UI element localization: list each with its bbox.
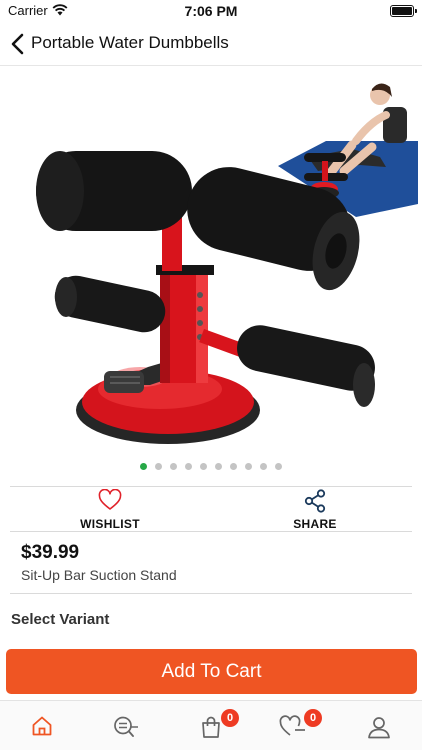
carousel-dot[interactable]: [230, 463, 237, 470]
share-icon: [304, 489, 326, 513]
product-image[interactable]: [0, 67, 422, 455]
status-bar: Carrier 7:06 PM: [0, 0, 422, 22]
carousel-dot[interactable]: [155, 463, 162, 470]
wishlist-button[interactable]: WISHLIST: [10, 487, 210, 531]
page-title: Portable Water Dumbbells: [31, 33, 229, 52]
carousel-dot[interactable]: [170, 463, 177, 470]
navigation-bar: Portable Water Dumbbells: [0, 22, 422, 66]
carousel-dot[interactable]: [200, 463, 207, 470]
tab-profile[interactable]: [349, 707, 409, 747]
product-name: Sit-Up Bar Suction Stand: [21, 567, 177, 583]
tab-home[interactable]: [12, 707, 72, 747]
bag-icon: [202, 716, 220, 738]
share-label: SHARE: [293, 517, 337, 531]
battery-icon: [390, 5, 417, 17]
carousel-dot[interactable]: [275, 463, 282, 470]
carousel-dot[interactable]: [260, 463, 267, 470]
profile-icon: [368, 717, 390, 739]
bottom-tab-bar: 0 0: [0, 700, 422, 750]
cart-badge: 0: [221, 709, 239, 727]
wishlist-label: WISHLIST: [80, 517, 140, 531]
chevron-left-icon[interactable]: [8, 32, 28, 56]
tab-cart[interactable]: 0: [181, 707, 241, 747]
search-list-icon: [114, 716, 138, 737]
share-button[interactable]: SHARE: [215, 487, 415, 531]
product-price: $39.99: [21, 542, 80, 563]
home-icon: [32, 716, 52, 736]
carousel-dot[interactable]: [185, 463, 192, 470]
heart-icon: [98, 489, 122, 510]
carousel-dot[interactable]: [245, 463, 252, 470]
sit-up-bar-illustration: [36, 151, 375, 444]
carousel-dot[interactable]: [215, 463, 222, 470]
tab-search[interactable]: [96, 707, 156, 747]
action-row: WISHLIST SHARE: [10, 486, 412, 532]
select-variant-heading: Select Variant: [11, 611, 110, 628]
heart-minus-icon: [279, 715, 305, 736]
clock: 7:06 PM: [184, 3, 238, 19]
add-to-cart-button[interactable]: Add To Cart: [6, 649, 417, 694]
divider: [10, 593, 412, 594]
carousel-dots: [0, 463, 422, 473]
carousel-dot[interactable]: [140, 463, 147, 470]
wishlist-badge: 0: [304, 709, 322, 727]
tab-wishlist[interactable]: 0: [263, 707, 323, 747]
